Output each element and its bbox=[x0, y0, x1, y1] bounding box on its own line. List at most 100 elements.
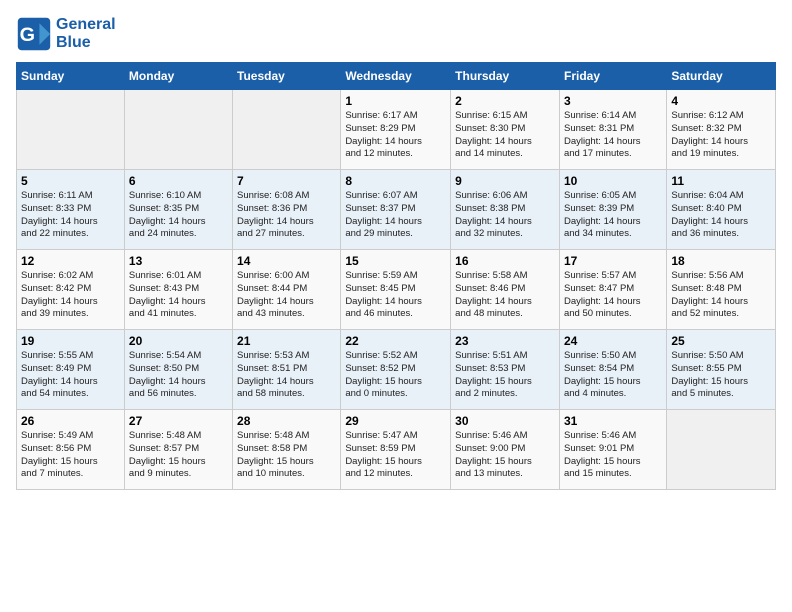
calendar-cell: 11Sunrise: 6:04 AM Sunset: 8:40 PM Dayli… bbox=[667, 170, 776, 250]
day-number: 18 bbox=[671, 254, 771, 268]
calendar-cell bbox=[17, 90, 125, 170]
day-info: Sunrise: 6:05 AM Sunset: 8:39 PM Dayligh… bbox=[564, 190, 662, 241]
day-number: 9 bbox=[455, 174, 555, 188]
calendar-cell: 21 Sunrise: 5:53 AM Sunset: 8:51 PM Dayli… bbox=[233, 330, 341, 410]
calendar-cell: 14Sunrise: 6:00 AM Sunset: 8:44 PM Dayli… bbox=[233, 250, 341, 330]
day-info: Sunrise: 6:04 AM Sunset: 8:40 PM Dayligh… bbox=[671, 190, 771, 241]
day-info: Sunrise: 6:11 AM Sunset: 8:33 PM Dayligh… bbox=[21, 190, 120, 241]
calendar-cell: 9 Sunrise: 6:06 AM Sunset: 8:38 PM Daylig… bbox=[451, 170, 560, 250]
calendar-cell: 26 Sunrise: 5:49 AM Sunset: 8:56 PM Dayli… bbox=[17, 410, 125, 490]
calendar-cell: 23 Sunrise: 5:51 AM Sunset: 8:53 PM Dayli… bbox=[451, 330, 560, 410]
calendar-week-row: 26 Sunrise: 5:49 AM Sunset: 8:56 PM Dayli… bbox=[17, 410, 776, 490]
calendar-cell: 2 Sunrise: 6:15 AM Sunset: 8:30 PM Daylig… bbox=[451, 90, 560, 170]
calendar-cell: 12Sunrise: 6:02 AM Sunset: 8:42 PM Dayli… bbox=[17, 250, 125, 330]
day-info: Sunrise: 5:51 AM Sunset: 8:53 PM Dayligh… bbox=[455, 350, 555, 401]
calendar-cell: 13 Sunrise: 6:01 AM Sunset: 8:43 PM Dayli… bbox=[124, 250, 232, 330]
day-info: Sunrise: 5:48 AM Sunset: 8:58 PM Dayligh… bbox=[237, 430, 336, 481]
logo-text: General Blue bbox=[56, 16, 116, 51]
day-number: 13 bbox=[129, 254, 228, 268]
page-header: G General Blue bbox=[16, 16, 776, 52]
calendar-cell: 28Sunrise: 5:48 AM Sunset: 8:58 PM Dayli… bbox=[233, 410, 341, 490]
calendar-cell: 24 Sunrise: 5:50 AM Sunset: 8:54 PM Dayli… bbox=[559, 330, 666, 410]
calendar-cell: 29 Sunrise: 5:47 AM Sunset: 8:59 PM Dayli… bbox=[341, 410, 451, 490]
day-info: Sunrise: 6:14 AM Sunset: 8:31 PM Dayligh… bbox=[564, 110, 662, 161]
day-number: 3 bbox=[564, 94, 662, 108]
day-number: 16 bbox=[455, 254, 555, 268]
day-info: Sunrise: 5:49 AM Sunset: 8:56 PM Dayligh… bbox=[21, 430, 120, 481]
calendar-week-row: 5 Sunrise: 6:11 AM Sunset: 8:33 PM Daylig… bbox=[17, 170, 776, 250]
calendar-cell bbox=[124, 90, 232, 170]
day-number: 31 bbox=[564, 414, 662, 428]
day-number: 21 bbox=[237, 334, 336, 348]
day-info: Sunrise: 5:57 AM Sunset: 8:47 PM Dayligh… bbox=[564, 270, 662, 321]
day-number: 24 bbox=[564, 334, 662, 348]
calendar-cell: 6Sunrise: 6:10 AM Sunset: 8:35 PM Daylig… bbox=[124, 170, 232, 250]
day-number: 22 bbox=[345, 334, 446, 348]
calendar-cell: 5 Sunrise: 6:11 AM Sunset: 8:33 PM Daylig… bbox=[17, 170, 125, 250]
day-info: Sunrise: 5:56 AM Sunset: 8:48 PM Dayligh… bbox=[671, 270, 771, 321]
day-info: Sunrise: 5:47 AM Sunset: 8:59 PM Dayligh… bbox=[345, 430, 446, 481]
day-info: Sunrise: 6:07 AM Sunset: 8:37 PM Dayligh… bbox=[345, 190, 446, 241]
day-number: 20 bbox=[129, 334, 228, 348]
calendar-cell: 10 Sunrise: 6:05 AM Sunset: 8:39 PM Dayli… bbox=[559, 170, 666, 250]
day-number: 10 bbox=[564, 174, 662, 188]
calendar-cell: 17 Sunrise: 5:57 AM Sunset: 8:47 PM Dayli… bbox=[559, 250, 666, 330]
day-number: 17 bbox=[564, 254, 662, 268]
day-number: 19 bbox=[21, 334, 120, 348]
calendar-cell: 4 Sunrise: 6:12 AM Sunset: 8:32 PM Daylig… bbox=[667, 90, 776, 170]
calendar-cell: 1 Sunrise: 6:17 AM Sunset: 8:29 PM Daylig… bbox=[341, 90, 451, 170]
day-info: Sunrise: 6:08 AM Sunset: 8:36 PM Dayligh… bbox=[237, 190, 336, 241]
day-info: Sunrise: 5:50 AM Sunset: 8:55 PM Dayligh… bbox=[671, 350, 771, 401]
day-info: Sunrise: 6:00 AM Sunset: 8:44 PM Dayligh… bbox=[237, 270, 336, 321]
weekday-header-sunday: Sunday bbox=[17, 63, 125, 90]
calendar-cell: 25 Sunrise: 5:50 AM Sunset: 8:55 PM Dayli… bbox=[667, 330, 776, 410]
day-number: 8 bbox=[345, 174, 446, 188]
calendar-cell: 19 Sunrise: 5:55 AM Sunset: 8:49 PM Dayli… bbox=[17, 330, 125, 410]
calendar-cell: 8 Sunrise: 6:07 AM Sunset: 8:37 PM Daylig… bbox=[341, 170, 451, 250]
svg-text:G: G bbox=[20, 24, 35, 46]
calendar-cell: 18 Sunrise: 5:56 AM Sunset: 8:48 PM Dayli… bbox=[667, 250, 776, 330]
weekday-header-tuesday: Tuesday bbox=[233, 63, 341, 90]
day-info: Sunrise: 5:46 AM Sunset: 9:01 PM Dayligh… bbox=[564, 430, 662, 481]
weekday-header-friday: Friday bbox=[559, 63, 666, 90]
logo-icon: G bbox=[16, 16, 52, 52]
calendar-cell bbox=[667, 410, 776, 490]
calendar-cell: 7 Sunrise: 6:08 AM Sunset: 8:36 PM Daylig… bbox=[233, 170, 341, 250]
day-info: Sunrise: 6:17 AM Sunset: 8:29 PM Dayligh… bbox=[345, 110, 446, 161]
day-info: Sunrise: 5:50 AM Sunset: 8:54 PM Dayligh… bbox=[564, 350, 662, 401]
day-number: 23 bbox=[455, 334, 555, 348]
weekday-header-saturday: Saturday bbox=[667, 63, 776, 90]
day-number: 2 bbox=[455, 94, 555, 108]
day-info: Sunrise: 5:58 AM Sunset: 8:46 PM Dayligh… bbox=[455, 270, 555, 321]
calendar-cell: 22 Sunrise: 5:52 AM Sunset: 8:52 PM Dayli… bbox=[341, 330, 451, 410]
calendar-cell bbox=[233, 90, 341, 170]
day-number: 5 bbox=[21, 174, 120, 188]
calendar-cell: 27Sunrise: 5:48 AM Sunset: 8:57 PM Dayli… bbox=[124, 410, 232, 490]
logo: G General Blue bbox=[16, 16, 116, 52]
weekday-header-monday: Monday bbox=[124, 63, 232, 90]
calendar-week-row: 1 Sunrise: 6:17 AM Sunset: 8:29 PM Daylig… bbox=[17, 90, 776, 170]
weekday-header-wednesday: Wednesday bbox=[341, 63, 451, 90]
day-number: 1 bbox=[345, 94, 446, 108]
day-info: Sunrise: 5:55 AM Sunset: 8:49 PM Dayligh… bbox=[21, 350, 120, 401]
day-number: 7 bbox=[237, 174, 336, 188]
day-info: Sunrise: 5:52 AM Sunset: 8:52 PM Dayligh… bbox=[345, 350, 446, 401]
day-number: 27 bbox=[129, 414, 228, 428]
day-info: Sunrise: 6:01 AM Sunset: 8:43 PM Dayligh… bbox=[129, 270, 228, 321]
calendar-cell: 30Sunrise: 5:46 AM Sunset: 9:00 PM Dayli… bbox=[451, 410, 560, 490]
day-info: Sunrise: 5:53 AM Sunset: 8:51 PM Dayligh… bbox=[237, 350, 336, 401]
calendar-cell: 3 Sunrise: 6:14 AM Sunset: 8:31 PM Daylig… bbox=[559, 90, 666, 170]
calendar-week-row: 12Sunrise: 6:02 AM Sunset: 8:42 PM Dayli… bbox=[17, 250, 776, 330]
day-number: 4 bbox=[671, 94, 771, 108]
day-info: Sunrise: 6:12 AM Sunset: 8:32 PM Dayligh… bbox=[671, 110, 771, 161]
day-number: 25 bbox=[671, 334, 771, 348]
day-info: Sunrise: 6:15 AM Sunset: 8:30 PM Dayligh… bbox=[455, 110, 555, 161]
weekday-header-row: SundayMondayTuesdayWednesdayThursdayFrid… bbox=[17, 63, 776, 90]
day-number: 26 bbox=[21, 414, 120, 428]
day-number: 29 bbox=[345, 414, 446, 428]
calendar-cell: 31 Sunrise: 5:46 AM Sunset: 9:01 PM Dayli… bbox=[559, 410, 666, 490]
day-info: Sunrise: 6:06 AM Sunset: 8:38 PM Dayligh… bbox=[455, 190, 555, 241]
day-info: Sunrise: 5:59 AM Sunset: 8:45 PM Dayligh… bbox=[345, 270, 446, 321]
day-info: Sunrise: 5:54 AM Sunset: 8:50 PM Dayligh… bbox=[129, 350, 228, 401]
calendar-header: SundayMondayTuesdayWednesdayThursdayFrid… bbox=[17, 63, 776, 90]
